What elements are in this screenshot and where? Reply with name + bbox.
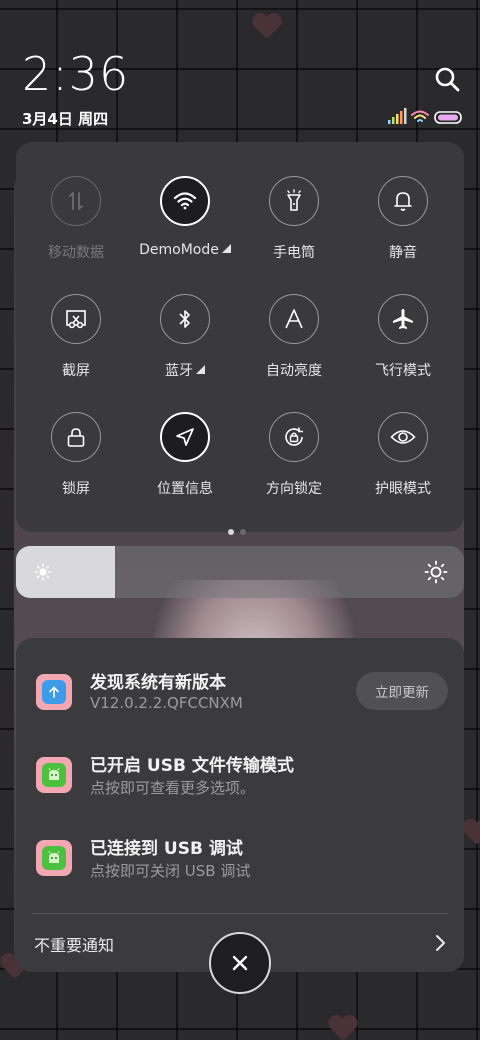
tile-label: 护眼模式	[375, 481, 431, 497]
search-icon[interactable]	[434, 66, 462, 94]
tile-label: 自动亮度	[266, 363, 322, 379]
bluetooth-icon	[160, 294, 210, 344]
signal-icon	[388, 108, 407, 124]
quick-settings-panel: 移动数据 DemoMode 手电筒 静音 截屏 蓝牙 自动亮度 飞行模式 锁屏 …	[16, 142, 464, 532]
tile-location[interactable]: 位置信息	[130, 412, 240, 498]
notification-title: 已开启 USB 文件传输模式	[90, 756, 294, 776]
tile-wifi[interactable]: DemoMode	[130, 176, 240, 258]
tile-lock-screen[interactable]: 锁屏	[21, 412, 131, 498]
expand-triangle-icon	[196, 365, 205, 374]
tile-rotation-lock[interactable]: 方向锁定	[239, 412, 349, 498]
eye-icon	[378, 412, 428, 462]
heart-decoration	[328, 1016, 356, 1040]
lock-icon	[51, 412, 101, 462]
heart-decoration	[462, 820, 480, 844]
tile-label: 锁屏	[62, 481, 90, 497]
tile-mobile-data[interactable]: 移动数据	[21, 176, 131, 262]
tile-label: 移动数据	[48, 245, 104, 261]
unimportant-notifications-link[interactable]: 不重要通知	[34, 932, 114, 956]
page-dot	[240, 529, 246, 535]
android-icon	[36, 757, 72, 793]
clear-all-button[interactable]	[209, 932, 271, 994]
location-icon	[160, 412, 210, 462]
brightness-fill	[16, 546, 115, 598]
bell-icon	[378, 176, 428, 226]
tile-flashlight[interactable]: 手电筒	[239, 176, 349, 262]
airplane-icon	[378, 294, 428, 344]
tile-label: 静音	[389, 245, 417, 261]
notification-subtitle: 点按即可查看更多选项。	[90, 779, 256, 797]
tile-label: 方向锁定	[266, 481, 322, 497]
notification-title: 已连接到 USB 调试	[90, 839, 243, 859]
tile-airplane-mode[interactable]: 飞行模式	[348, 294, 458, 380]
screenshot-icon	[51, 294, 101, 344]
notification-subtitle: 点按即可关闭 USB 调试	[90, 862, 251, 880]
chevron-right-icon[interactable]	[434, 934, 446, 956]
notification-title: 发现系统有新版本	[90, 673, 226, 693]
brightness-slider[interactable]	[16, 546, 464, 598]
date: 3月4日 周四	[22, 110, 109, 128]
wifi-icon	[160, 176, 210, 226]
tile-label: DemoMode	[130, 242, 240, 258]
system-update-icon	[36, 674, 72, 710]
close-icon	[232, 955, 248, 971]
tile-label: 手电筒	[273, 245, 315, 261]
heart-decoration	[252, 14, 280, 38]
rotation-lock-icon	[269, 412, 319, 462]
android-icon	[36, 840, 72, 876]
auto-brightness-icon	[269, 294, 319, 344]
notification-subtitle: V12.0.2.2.QFCCNXM	[90, 694, 243, 712]
expand-triangle-icon	[221, 244, 231, 253]
brightness-high-icon	[424, 560, 448, 588]
update-now-button[interactable]: 立即更新	[356, 672, 448, 710]
tile-eye-care[interactable]: 护眼模式	[348, 412, 458, 498]
mobile-data-icon	[51, 176, 101, 226]
tile-label: 位置信息	[157, 481, 213, 497]
notification-panel: 发现系统有新版本 V12.0.2.2.QFCCNXM 立即更新 已开启 USB …	[16, 638, 464, 972]
tile-label: 飞行模式	[375, 363, 431, 379]
divider	[32, 913, 448, 914]
page-dot	[228, 529, 234, 535]
tile-label: 蓝牙	[130, 360, 240, 380]
flashlight-icon	[269, 176, 319, 226]
tile-bluetooth[interactable]: 蓝牙	[130, 294, 240, 380]
tile-label: 截屏	[62, 363, 90, 379]
brightness-low-icon	[34, 563, 52, 585]
clock: 2:36	[22, 47, 130, 101]
page-indicator	[228, 520, 252, 539]
tile-screenshot[interactable]: 截屏	[21, 294, 131, 380]
tile-mute[interactable]: 静音	[348, 176, 458, 262]
status-icons	[388, 108, 464, 126]
tile-auto-brightness[interactable]: 自动亮度	[239, 294, 349, 380]
battery-icon	[434, 111, 462, 124]
wifi-status-icon	[411, 110, 429, 122]
